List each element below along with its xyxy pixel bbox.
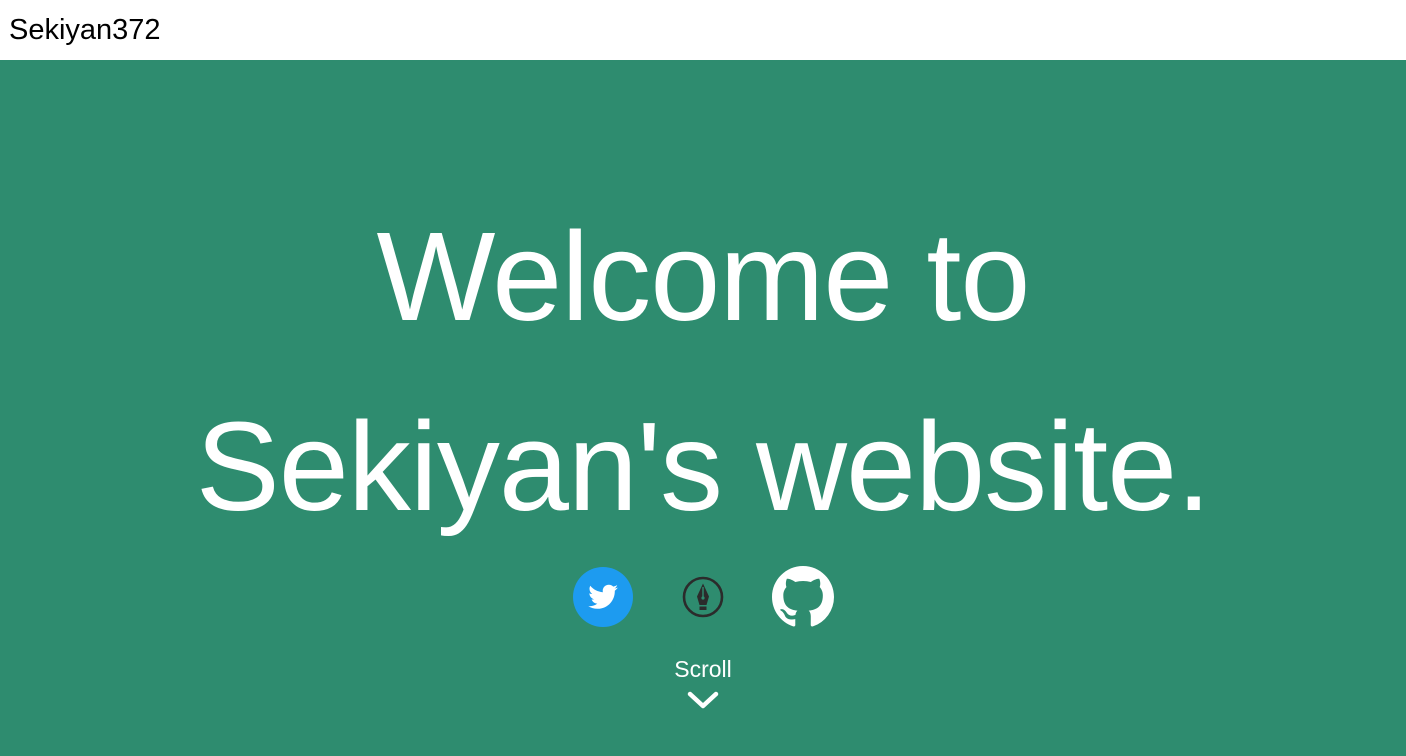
- twitter-bird-icon: [573, 567, 633, 627]
- hero-section: Welcome to Sekiyan's website. Scroll: [0, 60, 1406, 756]
- chevron-down-icon: [687, 691, 719, 709]
- github-link[interactable]: [772, 566, 834, 628]
- note-link[interactable]: [672, 566, 734, 628]
- scroll-indicator[interactable]: Scroll: [653, 655, 753, 711]
- site-name-link[interactable]: Sekiyan372: [9, 12, 161, 48]
- scroll-label: Scroll: [674, 656, 732, 682]
- hero-title-line-2: Sekiyan's website.: [195, 396, 1212, 537]
- github-octocat-icon: [772, 566, 834, 627]
- twitter-link[interactable]: [572, 566, 634, 628]
- hero-title: Welcome to Sekiyan's website.: [0, 182, 1406, 562]
- fountain-pen-icon: [682, 576, 724, 618]
- site-header: Sekiyan372: [0, 0, 1406, 60]
- social-links: [0, 566, 1406, 628]
- hero-title-line-1: Welcome to: [376, 206, 1031, 347]
